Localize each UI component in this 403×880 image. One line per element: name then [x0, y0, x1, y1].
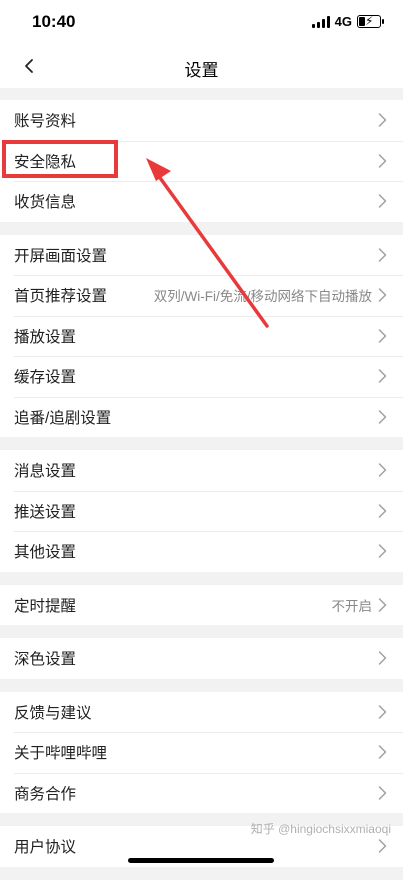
status-time: 10:40 [32, 12, 76, 31]
settings-row[interactable]: 播放设置 [0, 315, 403, 357]
settings-group: 深色设置 [0, 638, 403, 679]
chevron-right-icon [378, 504, 387, 518]
status-bar: 10:40 4G ⚡ [0, 0, 403, 44]
settings-row-label: 其他设置 [14, 544, 77, 562]
settings-row[interactable]: 账号资料 [0, 100, 403, 141]
chevron-right-icon [378, 705, 387, 719]
settings-row-label: 收货信息 [14, 194, 77, 212]
status-indicators: 4G ⚡ [311, 14, 384, 29]
chevron-right-icon [378, 544, 387, 558]
chevron-right-icon [378, 786, 387, 800]
settings-group: 定时提醒 不开启 [0, 584, 403, 626]
settings-row[interactable]: 推送设置 [0, 490, 403, 532]
chevron-right-icon [378, 154, 387, 168]
chevron-right-icon [378, 745, 387, 759]
settings-row[interactable]: 关于哔哩哔哩 [0, 732, 403, 773]
settings-row-label: 开屏画面设置 [14, 247, 108, 265]
settings-row[interactable]: 追番/追剧设置 [0, 396, 403, 438]
settings-row-label: 商务合作 [14, 785, 77, 803]
settings-row-value: 不开启 [331, 598, 373, 614]
settings-group: 消息设置推送设置其他设置 [0, 450, 403, 572]
chevron-right-icon [378, 288, 387, 302]
settings-row-value: 双列/Wi-Fi/免流/移动网络下自动播放 [153, 289, 372, 305]
chevron-right-icon [378, 410, 387, 424]
chevron-right-icon [378, 651, 387, 665]
page-title: 设置 [184, 61, 219, 80]
settings-row-label: 消息设置 [14, 463, 77, 481]
chevron-right-icon [378, 839, 387, 853]
settings-row[interactable]: 商务合作 [0, 772, 403, 814]
settings-row[interactable]: 收货信息 [0, 181, 403, 222]
settings-row[interactable]: 深色设置 [0, 638, 403, 679]
settings-row-label: 播放设置 [14, 328, 77, 346]
settings-row[interactable]: 缓存设置 [0, 356, 403, 397]
signal-icon [311, 15, 330, 28]
settings-row-label: 缓存设置 [14, 369, 77, 387]
chevron-right-icon [378, 113, 387, 127]
settings-row-label: 账号资料 [14, 113, 77, 131]
settings-group: 账号资料安全隐私收货信息 [0, 100, 403, 222]
settings-row-label: 用户协议 [14, 839, 77, 857]
chevron-right-icon [378, 369, 387, 383]
settings-row[interactable]: 反馈与建议 [0, 692, 403, 733]
settings-row-label: 安全隐私 [14, 153, 77, 171]
settings-row[interactable]: 开屏画面设置 [0, 235, 403, 276]
settings-row-label: 推送设置 [14, 503, 77, 521]
chevron-right-icon [378, 248, 387, 262]
charging-bolt-icon: ⚡ [365, 14, 374, 28]
battery-icon: ⚡ [357, 14, 384, 28]
settings-group: 开屏画面设置 首页推荐设置 双列/Wi-Fi/免流/移动网络下自动播放播放设置缓存设… [0, 234, 403, 438]
settings-row[interactable]: 消息设置 [0, 450, 403, 491]
home-indicator [128, 858, 274, 863]
settings-row[interactable]: 其他设置 [0, 531, 403, 572]
settings-list: 账号资料安全隐私收货信息开屏画面设置 首页推荐设置 双列/Wi-Fi/免流/移动网络… [0, 100, 403, 880]
settings-row-label: 反馈与建议 [14, 704, 92, 722]
nav-bar: 设置 [0, 44, 403, 88]
settings-row-label: 定时提醒 [14, 597, 77, 615]
settings-row-label: 关于哔哩哔哩 [14, 745, 108, 763]
settings-row[interactable]: 定时提醒 不开启 [0, 585, 403, 626]
settings-row-label: 首页推荐设置 [14, 288, 108, 306]
chevron-right-icon [378, 194, 387, 208]
settings-row[interactable]: 安全隐私 [0, 140, 403, 182]
network-label: 4G [334, 14, 352, 29]
settings-row-label: 深色设置 [14, 651, 77, 669]
settings-group: 反馈与建议关于哔哩哔哩 商务合作 [0, 691, 403, 814]
chevron-right-icon [378, 329, 387, 343]
settings-row[interactable]: 首页推荐设置 双列/Wi-Fi/免流/移动网络下自动播放 [0, 275, 403, 316]
settings-row-label: 追番/追剧设置 [14, 409, 112, 427]
chevron-right-icon [378, 463, 387, 477]
chevron-right-icon [378, 598, 387, 612]
